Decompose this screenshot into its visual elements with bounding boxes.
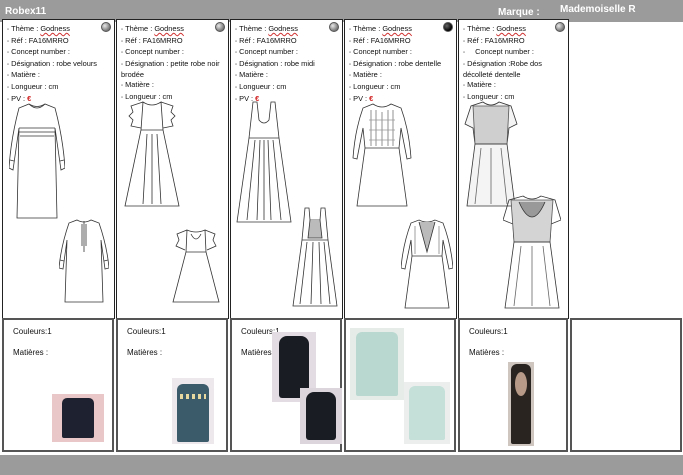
colors-box-1: Couleurs:1 Matières :: [2, 318, 114, 452]
dress-sketch-front: [352, 103, 412, 207]
status-dot-icon: [555, 22, 565, 32]
materials-label: Matières :: [127, 348, 163, 357]
product-column-3: ▫ Thème : Godness ▫ Réf : FA16MRRO ▫ Concep…: [230, 19, 343, 319]
product-column-4: ▫ Thème : Godness ▫ Réf : FA16MRRO ▫ Concep…: [344, 19, 457, 319]
colors-box-5: Couleurs:1 Matières :: [458, 318, 568, 452]
dress-sketch-back: [172, 229, 220, 303]
product-info-1: ▫ Thème : Godness ▫ Réf : FA16MRRO ▫ Concep…: [7, 24, 98, 103]
status-dot-icon: [329, 22, 339, 32]
dress-sketch-front: [236, 101, 292, 223]
embroidery-detail: [180, 394, 206, 399]
dress-shape: [177, 384, 209, 442]
dress-photo: [404, 382, 450, 444]
colors-box-2: Couleurs:1 Matières :: [116, 318, 228, 452]
product-info-5: ▫ Thème : Godness ▫ Réf : FA16MRRO ▫ Concep…: [463, 24, 542, 101]
product-column-1: ▫ Thème : Godness ▫ Réf : FA16MRRO ▫ Concep…: [2, 19, 115, 319]
dress-photo: [172, 378, 214, 444]
colors-box-6: [570, 318, 682, 452]
dress-sketch-back: [401, 219, 453, 309]
colors-label: Couleurs:1: [127, 327, 166, 336]
status-dot-icon: [101, 22, 111, 32]
dress-photo: [508, 362, 534, 446]
product-info-2: ▫ Thème : Godness ▫ Réf : FA16MRRO ▫ Concep…: [121, 24, 220, 101]
dress-sketch-front: [9, 103, 65, 219]
colors-label: Couleurs:1: [469, 327, 508, 336]
dress-shape: [409, 386, 445, 440]
materials-label: Matières :: [469, 348, 505, 357]
dress-sketch-back: [292, 207, 338, 307]
dress-sketch-back: [503, 195, 561, 309]
materials-label: Matières :: [13, 348, 49, 357]
colors-label: Couleurs:1: [13, 327, 52, 336]
dress-sketch-front: [124, 101, 180, 207]
dress-sketch-back: [59, 219, 109, 303]
brand-value: Mademoiselle R: [560, 4, 636, 15]
product-info-3: ▫ Thème : Godness ▫ Réf : FA16MRRO ▫ Concep…: [235, 24, 315, 103]
dress-photo: [52, 394, 104, 442]
colors-box-3: Couleurs:1 Matières :: [230, 318, 342, 452]
product-info-4: ▫ Thème : Godness ▫ Réf : FA16MRRO ▫ Concep…: [349, 24, 442, 103]
lace-detail: [515, 372, 527, 396]
materials-label: Matières :: [241, 348, 277, 357]
status-dot-icon: [215, 22, 225, 32]
status-dot-icon: [443, 22, 453, 32]
dress-shape: [62, 398, 94, 438]
dress-shape: [306, 392, 336, 440]
dress-shape: [356, 332, 398, 396]
dress-photo: [300, 388, 342, 444]
product-column-5: ▫ Thème : Godness ▫ Réf : FA16MRRO ▫ Concep…: [458, 19, 569, 319]
colors-box-4: [344, 318, 456, 452]
product-column-2: ▫ Thème : Godness ▫ Réf : FA16MRRO ▫ Concep…: [116, 19, 229, 319]
dress-photo: [350, 328, 404, 400]
footer-bar: [0, 455, 683, 475]
brand-label: Marque :: [498, 7, 540, 18]
board-title: Robex11: [5, 6, 47, 17]
